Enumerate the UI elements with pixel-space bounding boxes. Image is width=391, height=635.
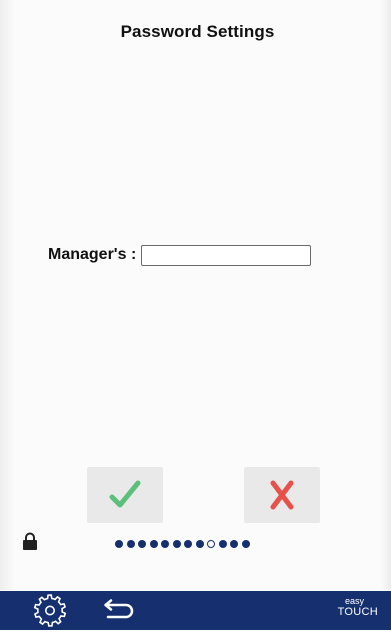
bottom-bar: easy TOUCH: [0, 591, 391, 630]
settings-button[interactable]: [30, 591, 70, 630]
page-dot: [230, 540, 238, 548]
manager-password-input[interactable]: [141, 244, 312, 266]
lock-icon: [23, 532, 37, 550]
brand-line1: easy: [344, 596, 364, 606]
brand-line2: TOUCH: [337, 606, 378, 618]
screen-left-edge: [0, 0, 14, 590]
page-dot: [138, 540, 146, 548]
back-button[interactable]: [98, 599, 138, 623]
page-dot: [126, 540, 135, 548]
page-dot: [172, 540, 181, 548]
checkmark-icon: [109, 480, 141, 508]
page-dot-active: [207, 540, 215, 548]
page-dot: [195, 540, 204, 548]
screen-right-edge: [381, 0, 391, 590]
gear-icon: [33, 594, 67, 627]
confirm-button[interactable]: [87, 467, 163, 523]
manager-password-row: Manager's :: [48, 242, 312, 268]
back-arrow-icon: [104, 599, 134, 619]
page-dot: [184, 540, 192, 548]
manager-password-label: Manager's :: [48, 246, 137, 263]
screen: Password Settings Manager's : easy TOUCH: [0, 0, 391, 630]
page-title: Password Settings: [120, 22, 275, 41]
page-dot: [218, 540, 227, 548]
page-dot: [161, 540, 169, 548]
page-dot: [149, 540, 158, 548]
cross-icon: [270, 480, 294, 510]
page-dot: [241, 540, 250, 548]
brand-logo: easy TOUCH: [338, 597, 378, 618]
cancel-button[interactable]: [244, 467, 320, 523]
page-dot: [115, 540, 123, 548]
